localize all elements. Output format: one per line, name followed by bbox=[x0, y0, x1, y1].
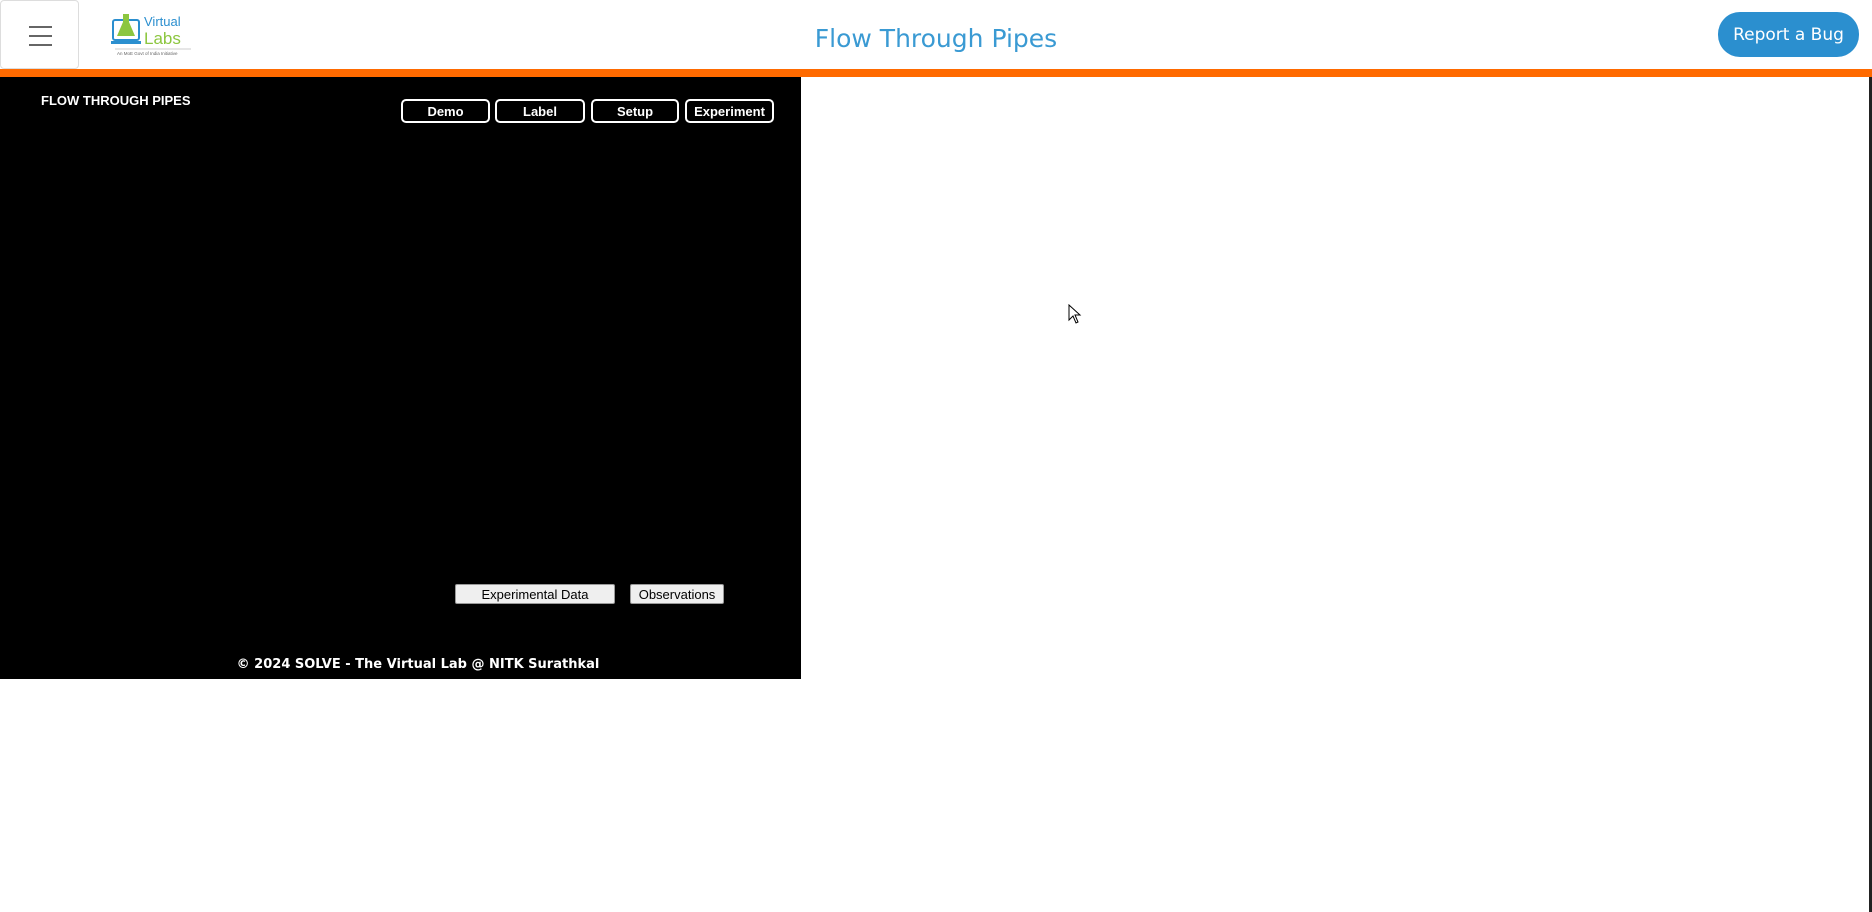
copyright-footer: © 2024 SOLVE - The Virtual Lab @ NITK Su… bbox=[236, 657, 600, 672]
experimental-data-button[interactable]: Experimental Data bbox=[455, 584, 615, 604]
simulation-title: FLOW THROUGH PIPES bbox=[41, 93, 191, 108]
simulation-panel: FLOW THROUGH PIPES Demo Label Setup Expe… bbox=[0, 77, 801, 679]
header: Virtual Labs An MoE Govt of India Initia… bbox=[0, 0, 1872, 69]
report-bug-button[interactable]: Report a Bug bbox=[1718, 12, 1859, 57]
label-button[interactable]: Label bbox=[495, 99, 585, 123]
page-title: Flow Through Pipes bbox=[814, 24, 1058, 53]
experiment-button[interactable]: Experiment bbox=[685, 99, 774, 123]
demo-button[interactable]: Demo bbox=[401, 99, 490, 123]
mouse-cursor-icon bbox=[1068, 304, 1082, 324]
setup-button[interactable]: Setup bbox=[591, 99, 679, 123]
orange-divider bbox=[0, 69, 1872, 77]
observations-button[interactable]: Observations bbox=[630, 584, 724, 604]
